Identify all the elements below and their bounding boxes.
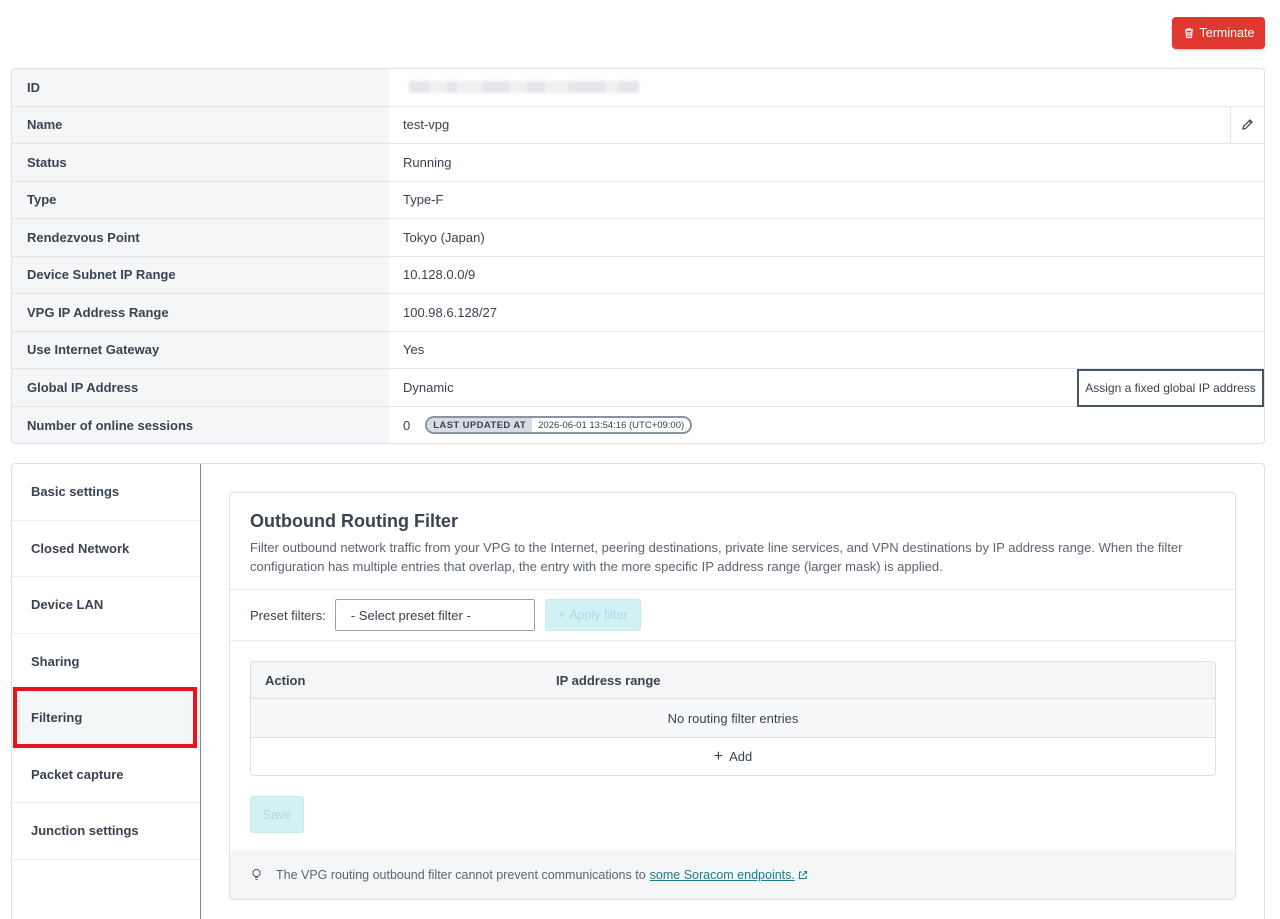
type-label: Type [12,181,389,218]
apply-filter-button[interactable]: + Apply filter [544,599,641,631]
rendezvous-label: Rendezvous Point [12,219,389,256]
col-action-header: Action [265,672,306,688]
terminate-label: Terminate [1199,26,1255,40]
sidebar-item-packet-capture[interactable]: Packet capture [12,747,200,803]
preset-filter-row: Preset filters: - Select preset filter -… [230,590,1235,641]
sessions-value: 0 [403,417,411,433]
subnet-value: 10.128.0.0/9 [403,267,476,283]
vpg-ip-value: 100.98.6.128/27 [403,304,497,320]
settings-sidebar: Basic settings Closed Network Device LAN… [12,464,201,919]
filter-entries-table: Action IP address range No routing filte… [250,661,1216,776]
info-row-vpg-ip: VPG IP Address Range 100.98.6.128/27 [12,294,1264,332]
edit-name-button[interactable] [1230,106,1264,143]
info-row-id: ID [12,69,1264,107]
footer-link-label: some Soracom endpoints. [649,867,795,882]
col-ip-header: IP address range [556,672,661,688]
preset-filter-select[interactable]: - Select preset filter - [334,599,535,631]
last-updated-label: LAST UPDATED AT [427,418,533,433]
status-value: Running [403,154,452,170]
gateway-label: Use Internet Gateway [12,331,389,368]
soracom-endpoints-link[interactable]: some Soracom endpoints. [650,868,808,882]
sidebar-item-basic-settings[interactable]: Basic settings [12,464,200,521]
apply-filter-label: Apply filter [569,608,628,622]
plus-icon: + [558,608,566,622]
rendezvous-value: Tokyo (Japan) [403,229,485,245]
info-row-name: Name test-vpg [12,106,1264,144]
sidebar-item-junction-settings[interactable]: Junction settings [12,803,200,860]
card-footer-note: The VPG routing outbound filter cannot p… [230,850,1235,899]
outbound-routing-filter-card: Outbound Routing Filter Filter outbound … [229,492,1236,900]
name-label: Name [12,106,389,143]
blurred-id-value [409,81,639,94]
entries-table-header: Action IP address range [251,662,1215,699]
info-row-global-ip: Global IP Address Dynamic Assign a fixed… [12,369,1264,407]
trash-icon [1184,28,1193,39]
id-label: ID [12,69,389,106]
type-value: Type-F [403,192,444,208]
external-link-icon [798,870,807,879]
lightbulb-icon [252,868,261,881]
info-row-rendezvous: Rendezvous Point Tokyo (Japan) [12,219,1264,257]
empty-entries-message: No routing filter entries [251,699,1215,738]
footer-text: The VPG routing outbound filter cannot p… [276,867,646,882]
add-entry-button[interactable]: + Add [251,738,1215,775]
preset-label: Preset filters: [250,607,326,623]
subnet-label: Device Subnet IP Range [12,256,389,293]
sidebar-item-closed-network[interactable]: Closed Network [12,521,200,577]
sidebar-item-device-lan[interactable]: Device LAN [12,577,200,634]
sidebar-item-sharing[interactable]: Sharing [12,634,200,690]
terminate-button[interactable]: Terminate [1172,17,1265,49]
info-row-gateway: Use Internet Gateway Yes [12,331,1264,369]
status-label: Status [12,144,389,181]
sessions-label: Number of online sessions [12,406,389,443]
info-row-status: Status Running [12,144,1264,182]
last-updated-badge: LAST UPDATED AT 2026-06-01 13:54:16 (UTC… [425,416,693,435]
assign-fixed-ip-button[interactable]: Assign a fixed global IP address [1077,369,1264,407]
name-value: test-vpg [403,117,450,133]
save-button[interactable]: Save [250,796,304,833]
add-entry-label: Add [729,749,753,764]
card-description: Filter outbound network traffic from you… [250,540,1183,574]
info-row-subnet: Device Subnet IP Range 10.128.0.0/9 [12,256,1264,294]
pencil-icon [1242,119,1253,131]
vpg-info-table: ID Name test-vpg Status Running Type Typ… [11,68,1265,444]
info-row-type: Type Type-F [12,181,1264,219]
gateway-value: Yes [403,342,425,358]
global-ip-label: Global IP Address [12,369,389,406]
plus-icon: + [713,747,724,765]
last-updated-value: 2026-06-01 13:54:16 (UTC+09:00) [538,419,685,431]
sidebar-item-filtering[interactable]: Filtering [12,690,200,747]
vpg-ip-label: VPG IP Address Range [12,294,389,331]
info-row-sessions: Number of online sessions 0 LAST UPDATED… [12,406,1264,443]
card-header: Outbound Routing Filter Filter outbound … [230,493,1235,590]
card-title: Outbound Routing Filter [250,511,458,531]
